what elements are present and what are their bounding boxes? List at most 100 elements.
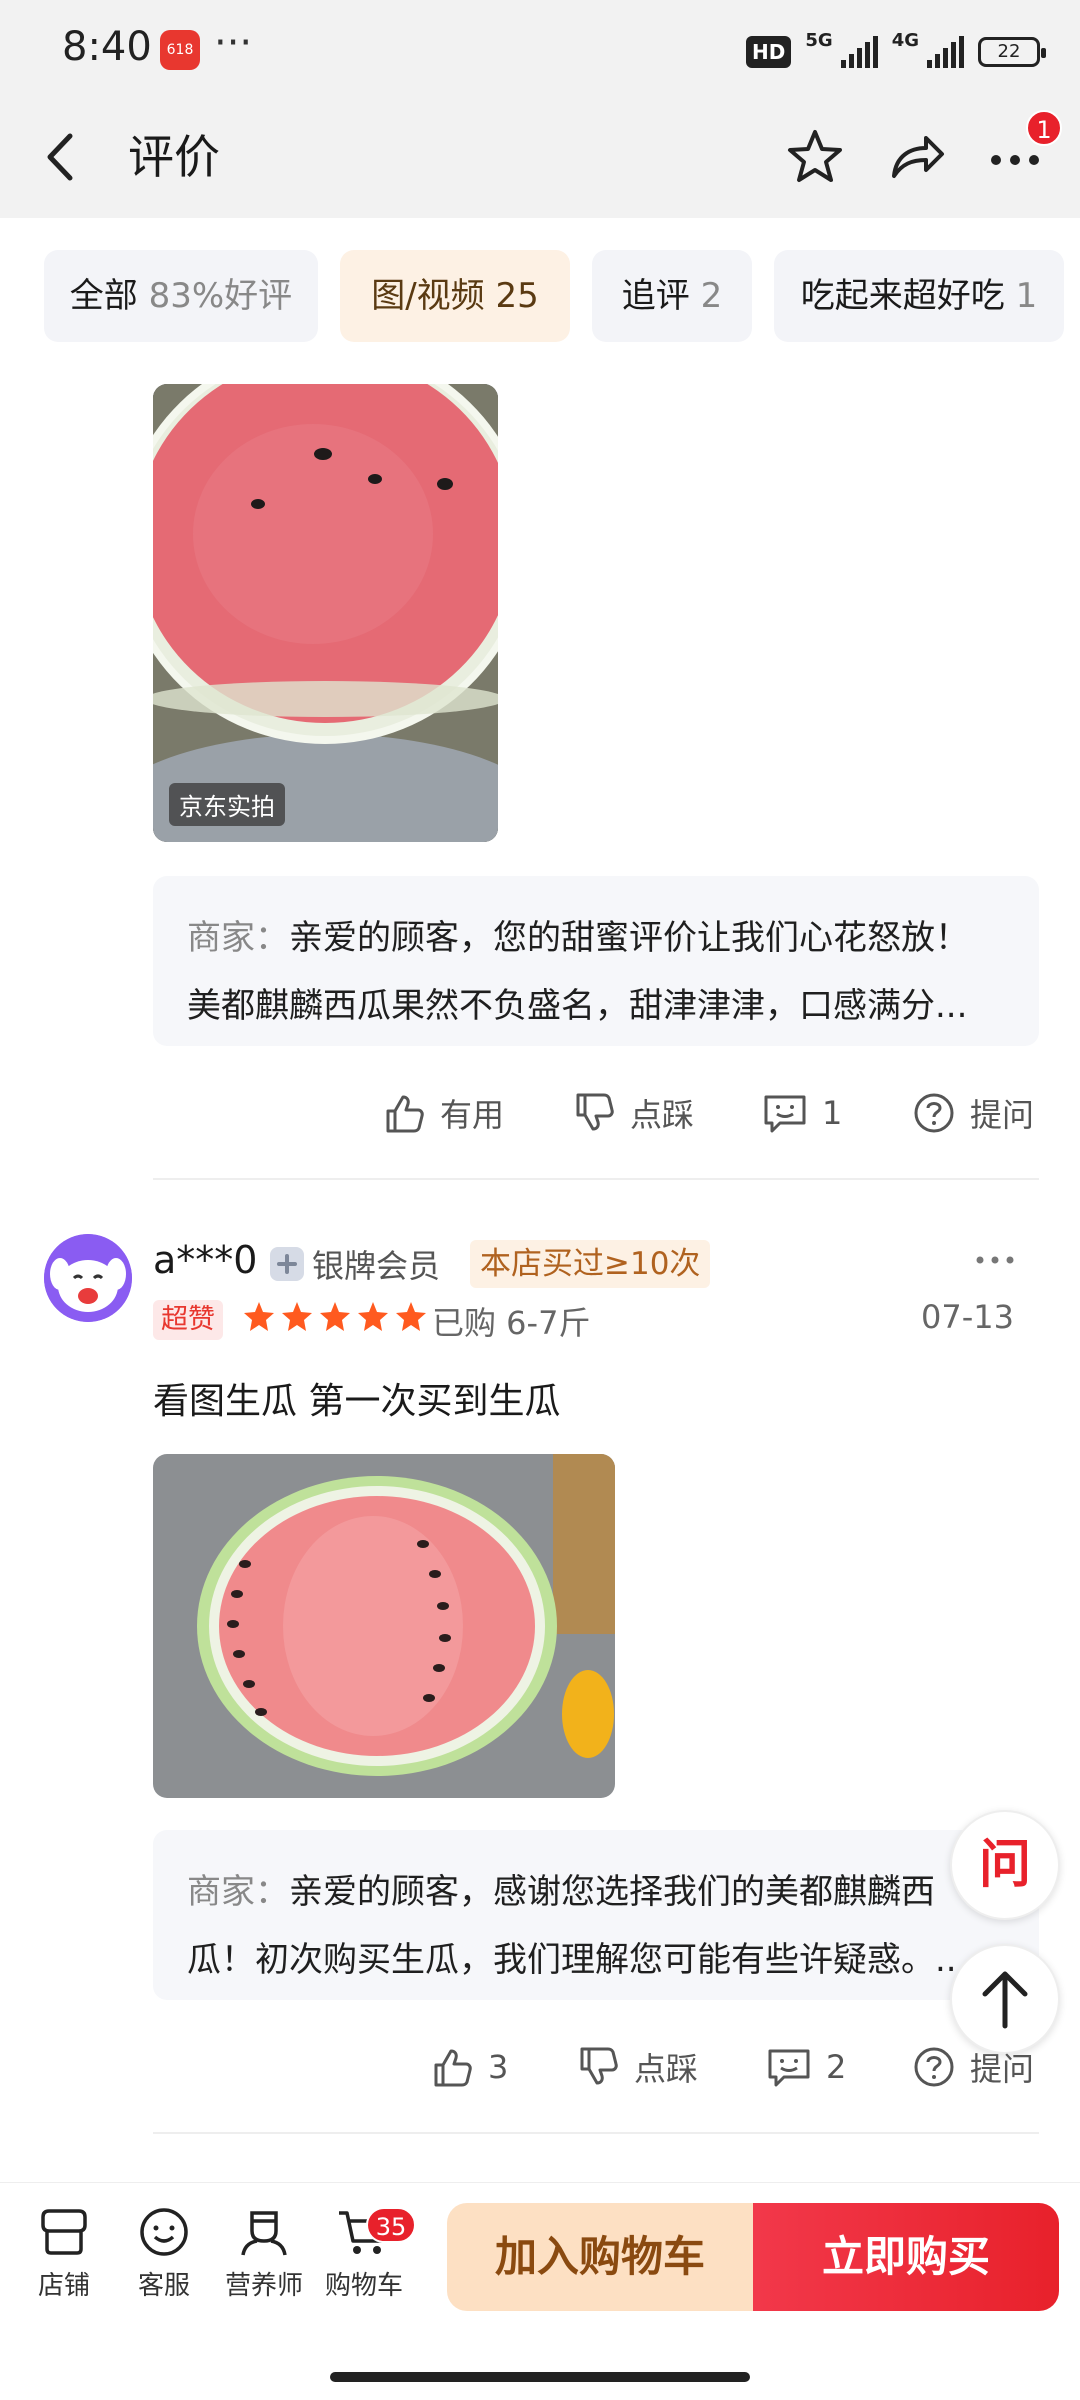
filter-tabs: 全部 83%好评 图/视频 25 追评 2 吃起来超好吃 1 (0, 240, 1080, 344)
status-bar: 8:40 618 ··· HD 5G 4G 22 (0, 0, 1080, 100)
star-favorite-icon[interactable] (780, 122, 850, 192)
useful-count: 3 (488, 2048, 509, 2086)
net-4g-label: 4G (891, 30, 919, 51)
reply-text: 亲爱的顾客，您的甜蜜评价让我们心花怒放！ (289, 918, 969, 958)
signal-5g-icon (840, 36, 878, 68)
review-actions: 3 点踩 2 提问 (0, 2032, 1080, 2102)
service-label: 客服 (137, 2271, 190, 2301)
watermelon-photo (153, 384, 498, 842)
store-icon (41, 2209, 87, 2255)
customer-service-icon (140, 2208, 188, 2256)
app-notification-icon: 618 (160, 30, 200, 70)
filter-chip-media[interactable]: 图/视频 25 (340, 250, 570, 342)
nutritionist-icon (241, 2211, 287, 2256)
signal-4g-icon (927, 36, 964, 68)
ask-button[interactable]: 提问 (912, 1078, 1034, 1148)
filter-chip-count: 83%好评 (148, 276, 293, 316)
watermelon-photo (153, 1454, 615, 1798)
repeat-buyer-badge: 本店买过≥10次 (470, 1240, 711, 1288)
nutritionist-button[interactable]: 营养师 (214, 2203, 314, 2302)
store-label: 店铺 (37, 2271, 90, 2301)
comment-count: 1 (822, 1094, 843, 1132)
bottom-action-bar: 店铺 客服 营养师 购物车 35 加入购物车 立即购买 (0, 2182, 1080, 2332)
service-button[interactable]: 客服 (114, 2203, 214, 2302)
thumbs-down-icon (576, 1093, 614, 1131)
star-icon (358, 1302, 388, 1331)
review-more-icon[interactable] (970, 1240, 1020, 1280)
photo-source-tag: 京东实拍 (169, 783, 285, 826)
comment-icon (764, 1095, 806, 1133)
comment-icon (768, 2049, 810, 2087)
ask-button[interactable]: 提问 (912, 2032, 1034, 2102)
ask-float-button[interactable]: 问 (950, 1810, 1060, 1920)
thumbs-down-icon (580, 2047, 618, 2085)
ask-float-label: 问 (979, 1835, 1031, 1895)
home-indicator[interactable] (330, 2372, 750, 2382)
dislike-button[interactable]: 点踩 (576, 2032, 698, 2102)
share-icon[interactable] (880, 122, 950, 192)
cart-label: 购物车 (324, 2271, 403, 2301)
filter-chip-label: 吃起来超好吃 (800, 276, 1005, 316)
review-photo[interactable] (153, 1454, 615, 1798)
filter-chip-count: 25 (495, 276, 539, 316)
nav-bar: 评价 (0, 100, 1080, 218)
merchant-reply[interactable]: 商家：亲爱的顾客，您的甜蜜评价让我们心花怒放！ 美都麒麟西瓜果然不负盛名，甜津津… (153, 876, 1039, 1046)
reply-line: 瓜！初次购买生瓜，我们理解您可能有些许疑惑。.. (187, 1940, 957, 1980)
back-arrow-icon[interactable] (40, 122, 80, 192)
reply-line: 商家：亲爱的顾客，您的甜蜜评价让我们心花怒放！ (187, 904, 1005, 972)
purchase-spec: 已购 6-7斤 (432, 1304, 591, 1342)
comment-button[interactable]: 2 (766, 2032, 846, 2102)
net-5g-label: 5G (805, 30, 833, 51)
filter-chip-all[interactable]: 全部 83%好评 (44, 250, 318, 342)
status-more-dots: ··· (214, 20, 253, 66)
review-date: 07-13 (921, 1298, 1014, 1336)
filter-chip-count: 1 (1015, 276, 1038, 316)
nutritionist-label: 营养师 (224, 2271, 303, 2301)
filter-chip-label: 图/视频 (371, 276, 485, 316)
cart-count-badge: 35 (366, 2207, 416, 2243)
review-divider (153, 1178, 1039, 1180)
review-photo[interactable]: 京东实拍 (153, 384, 498, 842)
ask-question-icon: 问 (979, 1835, 1031, 1895)
filter-chip-followup[interactable]: 追评 2 (592, 250, 752, 342)
reply-label: 商家： (187, 1872, 289, 1912)
dislike-label: 点踩 (630, 1096, 695, 1134)
question-icon (914, 2047, 954, 2087)
battery-icon: 22 (978, 37, 1046, 67)
review-text: 看图生瓜 第一次买到生瓜 (153, 1381, 561, 1422)
reply-line: 商家：亲爱的顾客，感谢您选择我们的美都麒麟西 (187, 1858, 1005, 1926)
comment-button[interactable]: 1 (762, 1078, 842, 1148)
star-icon (320, 1302, 350, 1331)
hd-voice-icon: HD (746, 36, 792, 68)
avatar-dog-icon (44, 1234, 132, 1322)
reply-label: 商家： (187, 918, 289, 958)
dislike-button[interactable]: 点踩 (572, 1078, 694, 1148)
filter-chip-label: 追评 (621, 276, 690, 316)
thumbs-up-icon (434, 2049, 472, 2087)
ask-label: 提问 (970, 2050, 1035, 2088)
filter-chip-count: 2 (700, 276, 723, 316)
buy-now-button[interactable]: 立即购买 (753, 2203, 1059, 2311)
star-rating (242, 1300, 428, 1340)
status-indicators: HD 5G 4G 22 (746, 30, 1046, 74)
useful-button[interactable]: 3 (430, 2032, 508, 2102)
avatar[interactable] (44, 1234, 132, 1322)
reply-line: 美都麒麟西瓜果然不负盛名，甜津津津，口感满分... (187, 986, 968, 1026)
member-label: 银牌会员 (312, 1247, 441, 1285)
reply-text: 亲爱的顾客，感谢您选择我们的美都麒麟西 (289, 1872, 935, 1912)
useful-button[interactable]: 有用 (382, 1078, 504, 1148)
filter-chip-tasty[interactable]: 吃起来超好吃 1 (774, 250, 1064, 342)
thumbs-up-icon (386, 1095, 424, 1133)
add-to-cart-button[interactable]: 加入购物车 (447, 2203, 753, 2311)
ask-label: 提问 (970, 1096, 1035, 1134)
star-icon (244, 1302, 274, 1331)
store-button[interactable]: 店铺 (14, 2203, 114, 2302)
useful-label: 有用 (440, 1096, 505, 1134)
page-title: 评价 (128, 130, 220, 184)
merchant-reply[interactable]: 商家：亲爱的顾客，感谢您选择我们的美都麒麟西 瓜！初次购买生瓜，我们理解您可能有… (153, 1830, 1039, 2000)
more-notification-badge: 1 (1026, 110, 1062, 146)
member-plus-icon (270, 1247, 304, 1281)
review-actions: 有用 点踩 1 提问 (0, 1078, 1080, 1148)
review-divider (153, 2132, 1039, 2134)
star-icon (282, 1302, 312, 1331)
